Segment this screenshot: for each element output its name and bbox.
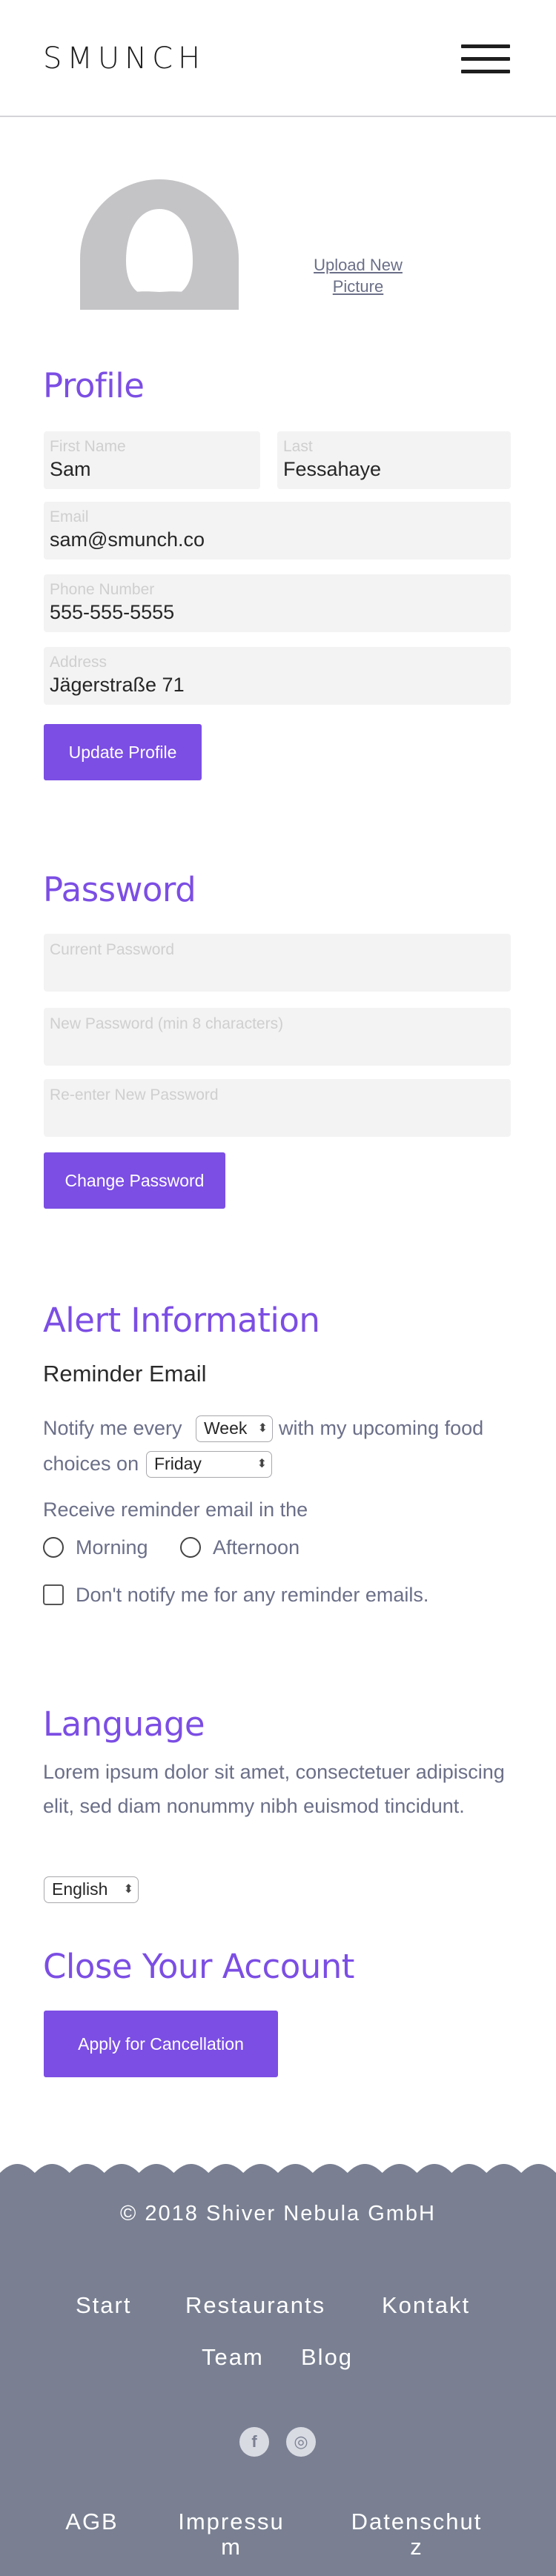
email-field[interactable]: Email sam@smunch.co: [44, 502, 511, 560]
address-label: Address: [50, 654, 107, 671]
new-password-field[interactable]: New Password (min 8 characters): [44, 1008, 511, 1066]
language-title: Language: [43, 1704, 205, 1744]
top-header: SMUNCH: [0, 0, 556, 117]
reenter-password-placeholder: Re-enter New Password: [50, 1086, 219, 1103]
footer-link-restaurants[interactable]: Restaurants: [185, 2292, 325, 2319]
address-field[interactable]: Address Jägerstraße 71: [44, 647, 511, 705]
impressum-line-1: Impressu: [178, 2509, 285, 2534]
notify-prefix-text: Notify me every: [43, 1417, 182, 1439]
datenschutz-line-2: z: [410, 2534, 423, 2560]
footer-link-blog[interactable]: Blog: [301, 2344, 353, 2371]
footer-link-impressum[interactable]: Impressu m: [172, 2509, 291, 2560]
facebook-icon[interactable]: f: [239, 2427, 269, 2457]
apply-cancellation-button[interactable]: Apply for Cancellation: [44, 2011, 278, 2077]
frequency-select[interactable]: Week ⬍: [196, 1415, 273, 1442]
upload-picture-link[interactable]: Upload New Picture: [298, 254, 418, 297]
current-password-placeholder: Current Password: [50, 941, 175, 958]
afternoon-label: Afternoon: [213, 1536, 300, 1558]
current-password-field[interactable]: Current Password: [44, 934, 511, 992]
first-name-value: Sam: [50, 458, 91, 480]
update-profile-button[interactable]: Update Profile: [44, 724, 202, 780]
alert-info-title: Alert Information: [43, 1301, 320, 1340]
email-label: Email: [50, 508, 89, 525]
morning-radio[interactable]: [43, 1537, 64, 1558]
address-value: Jägerstraße 71: [50, 674, 185, 696]
reenter-password-field[interactable]: Re-enter New Password: [44, 1079, 511, 1137]
reminder-email-heading: Reminder Email: [43, 1361, 207, 1387]
profile-title: Profile: [43, 366, 145, 405]
language-value: English: [52, 1879, 108, 1899]
choices-on-text: choices on: [43, 1453, 139, 1475]
smunch-logo[interactable]: SMUNCH: [43, 42, 205, 76]
chevron-updown-icon: ⬍: [123, 1883, 133, 1896]
footer-link-start[interactable]: Start: [76, 2292, 131, 2319]
footer-link-agb[interactable]: AGB: [65, 2509, 119, 2534]
morning-label: Morning: [76, 1536, 148, 1558]
day-select[interactable]: Friday ⬍: [146, 1451, 272, 1478]
notify-suffix-text: with my upcoming food: [279, 1417, 484, 1439]
language-description: Lorem ipsum dolor sit amet, consectetuer…: [43, 1761, 505, 1817]
footer-link-datenschutz[interactable]: Datenschut z: [345, 2509, 488, 2560]
afternoon-radio[interactable]: [180, 1537, 201, 1558]
change-password-button[interactable]: Change Password: [44, 1152, 225, 1209]
phone-label: Phone Number: [50, 581, 155, 598]
password-title: Password: [43, 870, 196, 909]
email-value: sam@smunch.co: [50, 528, 205, 551]
dont-notify-label: Don't notify me for any reminder emails.: [76, 1584, 429, 1606]
phone-field[interactable]: Phone Number 555-555-5555: [44, 574, 511, 632]
receive-reminder-text: Receive reminder email in the: [43, 1498, 308, 1521]
chevron-updown-icon: ⬍: [257, 1422, 268, 1435]
frequency-value: Week: [204, 1418, 248, 1438]
new-password-placeholder: New Password (min 8 characters): [50, 1015, 284, 1032]
footer-link-kontakt[interactable]: Kontakt: [382, 2292, 470, 2319]
instagram-icon[interactable]: ◎: [286, 2427, 316, 2457]
phone-value: 555-555-5555: [50, 601, 175, 623]
avatar: [80, 179, 239, 310]
first-name-field[interactable]: First Name Sam: [44, 431, 260, 489]
menu-icon[interactable]: [461, 44, 510, 74]
footer-link-team[interactable]: Team: [202, 2344, 264, 2371]
close-account-title: Close Your Account: [43, 1947, 354, 1986]
datenschutz-line-1: Datenschut: [351, 2509, 483, 2534]
day-value: Friday: [154, 1454, 202, 1473]
language-select[interactable]: English ⬍: [44, 1876, 139, 1903]
last-name-field[interactable]: Last Fessahaye: [277, 431, 511, 489]
impressum-line-2: m: [221, 2534, 242, 2560]
dont-notify-checkbox[interactable]: [43, 1584, 64, 1605]
copyright-text: © 2018 Shiver Nebula GmbH: [120, 2202, 436, 2225]
chevron-updown-icon: ⬍: [257, 1458, 267, 1470]
last-name-label: Last: [283, 438, 313, 455]
first-name-label: First Name: [50, 438, 126, 455]
last-name-value: Fessahaye: [283, 458, 382, 480]
